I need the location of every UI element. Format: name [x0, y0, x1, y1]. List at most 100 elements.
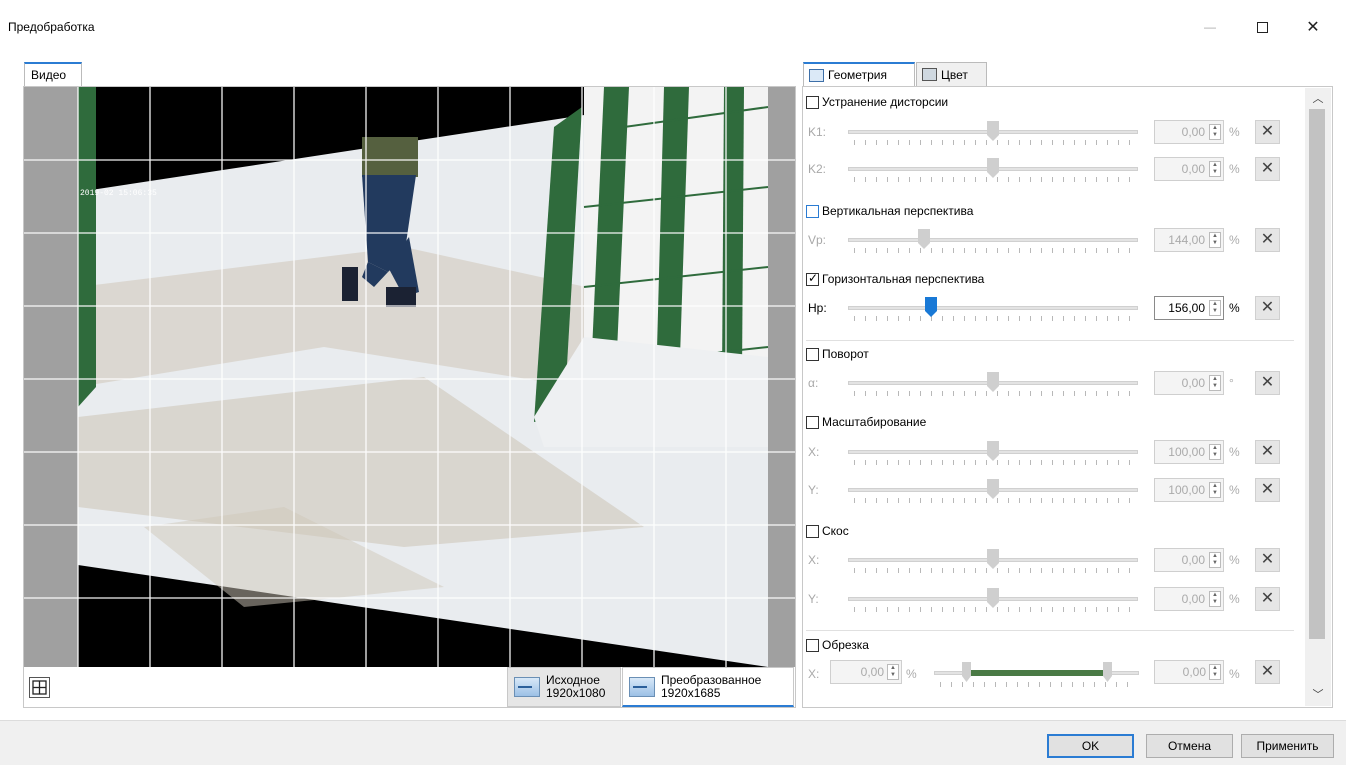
- distortion-checkbox-box[interactable]: [806, 95, 819, 109]
- scale-y-reset-button[interactable]: ✕: [1255, 478, 1280, 502]
- k2-reset-button[interactable]: ✕: [1255, 157, 1280, 181]
- color-icon: [922, 68, 937, 81]
- crop-left-spinbox[interactable]: 0,00 ▲ ▼: [830, 660, 902, 684]
- hp-slider-thumb[interactable]: [925, 297, 937, 317]
- scale-label: Масштабирование: [822, 415, 927, 429]
- alpha-spinbox[interactable]: 0,00 ▲ ▼: [1154, 371, 1224, 395]
- scale-y-slider-thumb[interactable]: [987, 479, 999, 499]
- grid-toggle-button[interactable]: [29, 677, 50, 698]
- k1-value: 0,00: [1181, 125, 1205, 139]
- vp-spinbox[interactable]: 144,00 ▲ ▼: [1154, 228, 1224, 252]
- cancel-button[interactable]: Отмена: [1146, 734, 1233, 758]
- k1-reset-button[interactable]: ✕: [1255, 120, 1280, 144]
- crop-right-spinbox[interactable]: 0,00 ▲ ▼: [1154, 660, 1224, 684]
- vp-value: 144,00: [1168, 233, 1205, 247]
- reset-icon: ✕: [1260, 481, 1275, 498]
- scale-x-reset-button[interactable]: ✕: [1255, 440, 1280, 464]
- k1-slider-ticks: [854, 140, 1134, 145]
- apply-button[interactable]: Применить: [1241, 734, 1334, 758]
- spin-arrows-icon[interactable]: ▲ ▼: [1209, 375, 1221, 391]
- scroll-down-icon[interactable]: ﹀: [1305, 686, 1331, 704]
- skew-checkbox[interactable]: Скос: [806, 524, 849, 538]
- skew-y-value: 0,00: [1181, 592, 1205, 606]
- crop-left-unit: %: [906, 667, 917, 681]
- crop-label: Обрезка: [822, 638, 869, 652]
- crop-reset-button[interactable]: ✕: [1255, 660, 1280, 684]
- panel-scrollbar[interactable]: ︿ ﹀: [1305, 88, 1331, 706]
- hp-spinbox[interactable]: 156,00 ▲ ▼: [1154, 296, 1224, 320]
- hp-slider-track[interactable]: [848, 306, 1138, 310]
- spin-arrows-icon[interactable]: ▲ ▼: [1209, 444, 1221, 460]
- k2-value: 0,00: [1181, 162, 1205, 176]
- scroll-up-icon[interactable]: ︿: [1305, 90, 1331, 108]
- k1-spinbox[interactable]: 0,00 ▲ ▼: [1154, 120, 1224, 144]
- horizontal-perspective-checkbox-box[interactable]: [806, 271, 819, 286]
- distortion-label: Устранение дисторсии: [822, 95, 949, 109]
- alpha-label: α:: [808, 376, 819, 390]
- k2-slider-ticks: [854, 177, 1134, 182]
- view-tab-transformed[interactable]: Преобразованное 1920x1685: [622, 667, 794, 707]
- video-preview[interactable]: 2019-02 15:06:35: [24, 87, 795, 667]
- hp-reset-button[interactable]: ✕: [1255, 296, 1280, 320]
- spin-arrows-icon[interactable]: ▲ ▼: [1209, 664, 1221, 680]
- close-button[interactable]: ✕: [1290, 12, 1336, 42]
- horizontal-perspective-checkbox[interactable]: Горизонтальная перспектива: [806, 271, 984, 286]
- view-tab-transformed-title: Преобразованное: [661, 672, 762, 687]
- tab-color[interactable]: Цвет: [916, 62, 987, 86]
- spin-arrows-icon[interactable]: ▲ ▼: [1209, 161, 1221, 177]
- alpha-slider-thumb[interactable]: [987, 372, 999, 392]
- spin-arrows-icon[interactable]: ▲ ▼: [887, 664, 899, 680]
- spin-arrows-icon[interactable]: ▲ ▼: [1209, 300, 1221, 316]
- skew-x-spinbox[interactable]: 0,00 ▲ ▼: [1154, 548, 1224, 572]
- tab-video[interactable]: Видео: [24, 62, 82, 86]
- spin-arrows-icon[interactable]: ▲ ▼: [1209, 552, 1221, 568]
- view-tab-source[interactable]: Исходное 1920x1080: [507, 667, 621, 707]
- crop-left-value: 0,00: [860, 665, 884, 679]
- scroll-thumb[interactable]: [1309, 109, 1325, 639]
- scale-y-slider-ticks: [854, 498, 1134, 503]
- rotation-checkbox[interactable]: Поворот: [806, 347, 869, 361]
- vertical-perspective-label: Вертикальная перспектива: [822, 204, 974, 218]
- reset-icon: ✕: [1260, 443, 1275, 460]
- vertical-perspective-checkbox[interactable]: Вертикальная перспектива: [806, 204, 973, 218]
- minimize-button[interactable]: —: [1187, 12, 1233, 42]
- alpha-reset-button[interactable]: ✕: [1255, 371, 1280, 395]
- scale-y-spinbox[interactable]: 100,00 ▲ ▼: [1154, 478, 1224, 502]
- skew-y-reset-button[interactable]: ✕: [1255, 587, 1280, 611]
- crop-checkbox-box[interactable]: [806, 638, 819, 652]
- scale-x-label: X:: [808, 445, 820, 459]
- k1-slider-thumb[interactable]: [987, 121, 999, 141]
- scale-x-slider-thumb[interactable]: [987, 441, 999, 461]
- scale-checkbox-box[interactable]: [806, 415, 819, 429]
- vp-slider-track[interactable]: [848, 238, 1138, 242]
- scale-checkbox[interactable]: Масштабирование: [806, 415, 926, 429]
- grid-icon: [32, 680, 47, 695]
- vp-reset-button[interactable]: ✕: [1255, 228, 1280, 252]
- crop-checkbox[interactable]: Обрезка: [806, 638, 869, 652]
- vp-slider-thumb[interactable]: [918, 229, 930, 249]
- spin-arrows-icon[interactable]: ▲ ▼: [1209, 124, 1221, 140]
- distortion-checkbox[interactable]: Устранение дисторсии: [806, 95, 948, 109]
- skew-x-slider-thumb[interactable]: [987, 549, 999, 569]
- crop-slider-ticks: [940, 682, 1130, 687]
- skew-y-slider-thumb[interactable]: [987, 588, 999, 608]
- maximize-button[interactable]: [1239, 12, 1285, 42]
- skew-checkbox-box[interactable]: [806, 524, 819, 538]
- skew-y-spinbox[interactable]: 0,00 ▲ ▼: [1154, 587, 1224, 611]
- ok-button[interactable]: OK: [1047, 734, 1134, 758]
- spin-arrows-icon[interactable]: ▲ ▼: [1209, 591, 1221, 607]
- tab-geometry[interactable]: Геометрия: [803, 62, 915, 86]
- vp-label: Vp:: [808, 233, 827, 247]
- reset-icon: ✕: [1260, 551, 1275, 568]
- spin-arrows-icon[interactable]: ▲ ▼: [1209, 232, 1221, 248]
- vertical-perspective-checkbox-box[interactable]: [806, 204, 819, 218]
- scale-y-row: Y: 100,00 ▲ ▼ % ✕: [806, 476, 1286, 504]
- spin-arrows-icon[interactable]: ▲ ▼: [1209, 482, 1221, 498]
- k2-slider-thumb[interactable]: [987, 158, 999, 178]
- skew-x-row: X: 0,00 ▲ ▼ % ✕: [806, 546, 1286, 574]
- skew-x-reset-button[interactable]: ✕: [1255, 548, 1280, 572]
- rotation-checkbox-box[interactable]: [806, 347, 819, 361]
- k2-spinbox[interactable]: 0,00 ▲ ▼: [1154, 157, 1224, 181]
- scale-x-spinbox[interactable]: 100,00 ▲ ▼: [1154, 440, 1224, 464]
- scale-x-slider-ticks: [854, 460, 1134, 465]
